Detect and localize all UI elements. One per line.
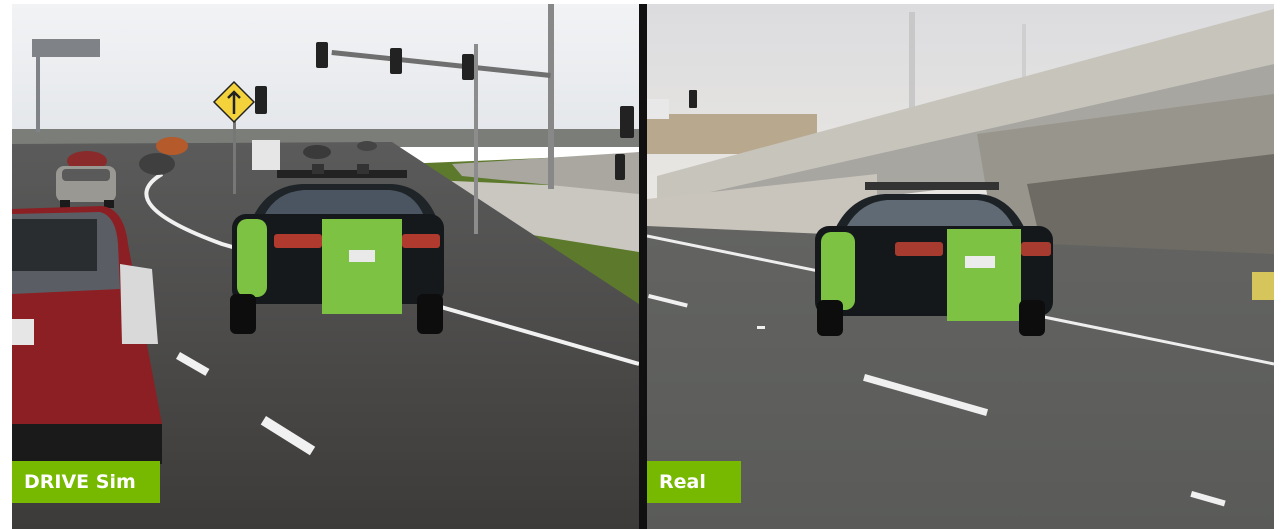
distant-car	[156, 137, 188, 155]
distant-car	[357, 141, 377, 151]
sim-scene	[12, 4, 639, 529]
sim-label: DRIVE Sim	[12, 461, 160, 503]
comparison-frame: DRIVE Sim Real	[0, 0, 1286, 529]
real-label: Real	[647, 461, 741, 503]
light-pole	[1022, 24, 1026, 84]
traffic-light-icon	[390, 48, 402, 74]
traffic-light-icon	[620, 106, 634, 138]
light-pole	[909, 12, 915, 112]
silver-car	[56, 166, 116, 208]
real-scene	[647, 4, 1274, 529]
traffic-light-icon	[689, 90, 697, 108]
signal-pole-2	[474, 44, 478, 234]
traffic-light-icon	[462, 54, 474, 80]
real-panel: Real	[647, 4, 1274, 529]
panel-divider	[639, 4, 647, 529]
distant-building	[647, 99, 669, 119]
signal-pole	[548, 4, 554, 189]
distant-truck	[252, 140, 280, 170]
lane-dash	[757, 326, 765, 329]
road-marker	[1252, 272, 1274, 300]
traffic-light-icon	[316, 42, 328, 68]
overhead-sign	[32, 39, 100, 57]
traffic-light-icon	[615, 154, 625, 180]
traffic-light-icon	[255, 86, 267, 114]
sim-panel: DRIVE Sim	[12, 4, 639, 529]
distant-car	[303, 145, 331, 159]
distant-car	[139, 153, 175, 175]
sign-post	[36, 57, 40, 132]
